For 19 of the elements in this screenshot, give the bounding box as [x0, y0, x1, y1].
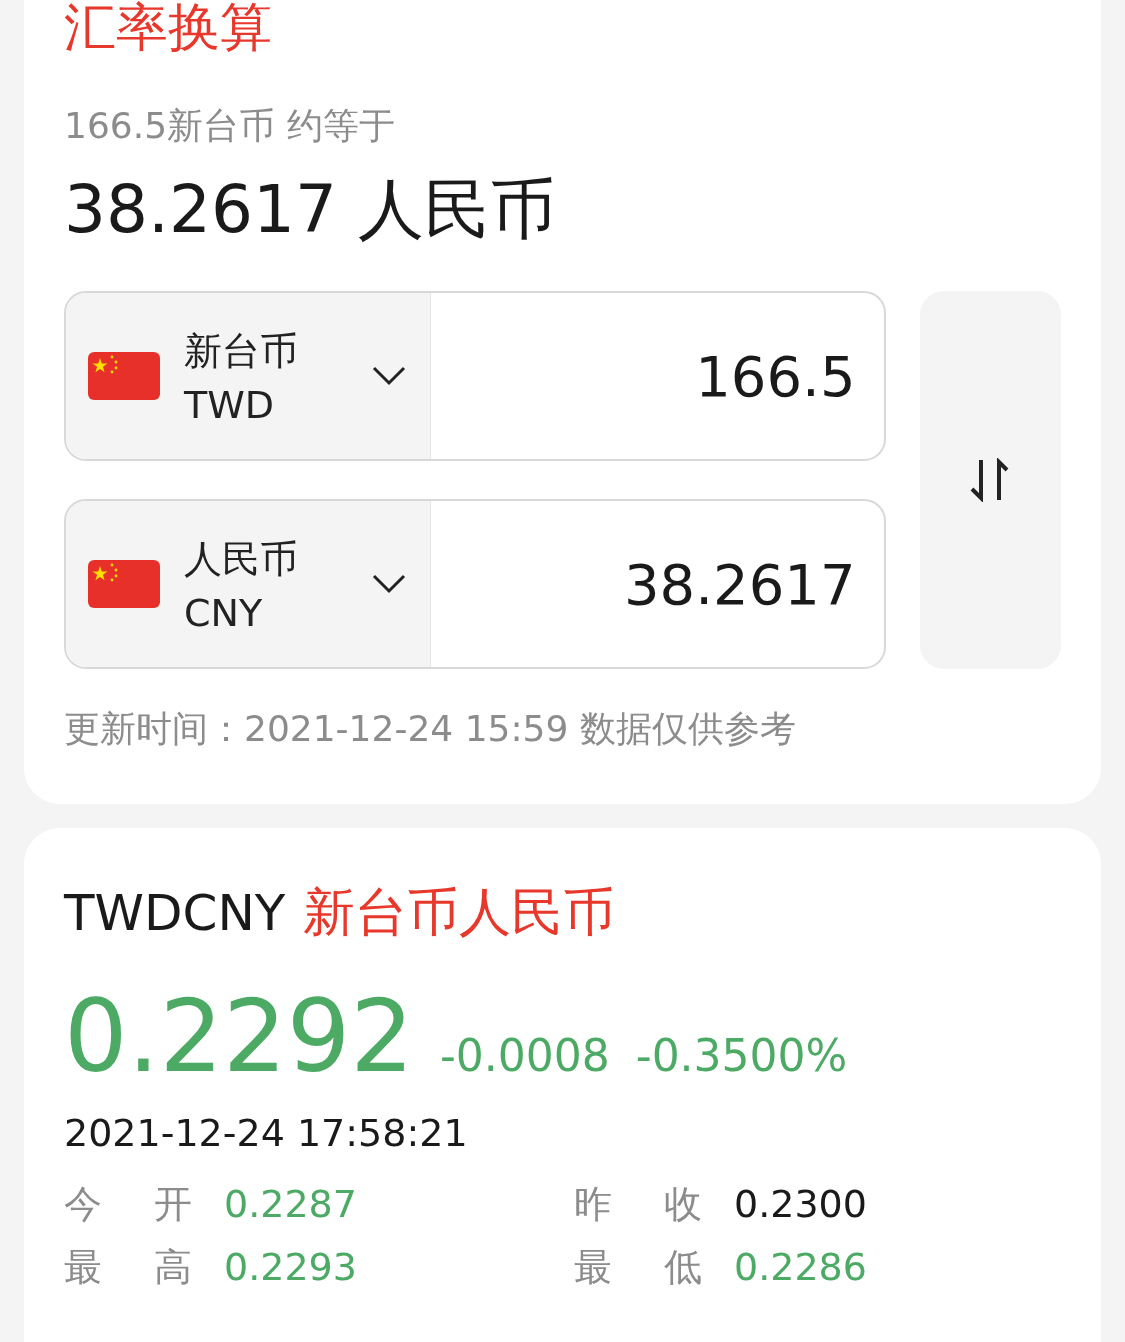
pair-symbol: TWDCNY: [64, 884, 286, 942]
update-time-note: 更新时间：2021-12-24 15:59 数据仅供参考: [64, 707, 797, 751]
stat-label: 今 开: [64, 1181, 194, 1228]
exchange-rate: 0.2292: [64, 978, 414, 1095]
swap-button[interactable]: [919, 291, 1061, 669]
stat-label: 昨 收: [574, 1181, 704, 1228]
page-title: 汇率换算: [64, 0, 273, 58]
rate-change: -0.0008: [439, 1030, 610, 1081]
conversion-caption: 166.5新台币 约等于: [64, 104, 396, 148]
stat-label: 最 高: [64, 1244, 194, 1291]
conversion-result: 38.2617 人民币: [64, 170, 557, 250]
stat-value: 0.2293: [224, 1245, 357, 1289]
pair-name: 新台币人民币: [303, 881, 616, 944]
rate-change-percent: -0.3500%: [635, 1030, 848, 1081]
stat-value: 0.2286: [734, 1245, 867, 1289]
stat-value: 0.2287: [224, 1182, 357, 1226]
quote-timestamp: 2021-12-24 17:58:21: [64, 1111, 469, 1155]
stat-label: 最 低: [574, 1244, 704, 1291]
stat-value: 0.2300: [734, 1182, 867, 1226]
